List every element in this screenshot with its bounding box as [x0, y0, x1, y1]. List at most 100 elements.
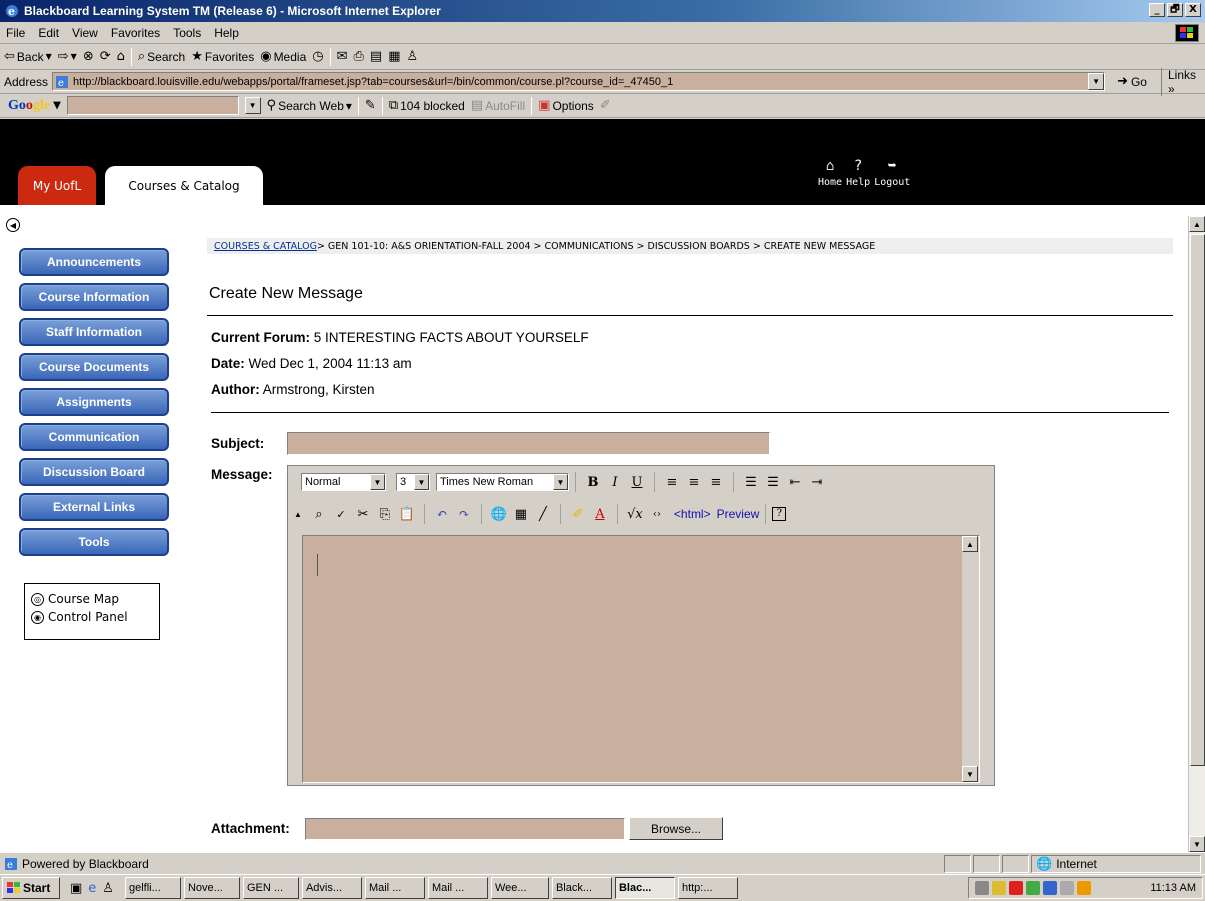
header-help-button[interactable]: ? Help [846, 157, 870, 188]
redo-icon[interactable]: ↷ [453, 507, 475, 522]
messenger-icon[interactable]: ♙ [407, 49, 419, 64]
start-button[interactable]: Start [2, 877, 60, 899]
collapse-toolbar-icon[interactable]: ▲ [294, 510, 302, 519]
nav-tools[interactable]: Tools [19, 528, 169, 556]
task-button[interactable]: Wee... [490, 877, 549, 899]
home-icon[interactable]: ⌂ [117, 49, 125, 64]
news-icon[interactable]: ✎ [365, 98, 376, 113]
network-icon[interactable] [1043, 881, 1057, 895]
address-input[interactable]: e http://blackboard.louisville.edu/webap… [52, 72, 1106, 91]
menu-view[interactable]: View [72, 26, 98, 40]
stop-icon[interactable]: ⊗ [83, 49, 94, 64]
menu-edit[interactable]: Edit [38, 26, 59, 40]
preview-button[interactable]: Preview [717, 507, 760, 521]
tab-courses-catalog[interactable]: Courses & Catalog [105, 166, 263, 205]
italic-icon[interactable]: I [604, 475, 626, 490]
edit-icon[interactable]: ▤ [370, 49, 382, 64]
antivirus-icon[interactable] [992, 881, 1006, 895]
bulleted-list-icon[interactable]: ☰ [762, 475, 784, 490]
copy-icon[interactable]: ⎘ [374, 507, 396, 522]
attachment-input[interactable] [305, 818, 625, 840]
popup-blocker-button[interactable]: ⧉ 104 blocked [389, 98, 465, 113]
close-button[interactable]: X [1185, 3, 1201, 17]
html-toggle-button[interactable]: <html> [674, 507, 711, 521]
print-icon[interactable]: ⎙ [354, 49, 364, 64]
scroll-up-icon[interactable]: ▲ [1189, 216, 1205, 232]
editor-scrollbar[interactable]: ▲ ▼ [962, 536, 979, 782]
power-icon[interactable] [1060, 881, 1074, 895]
nav-assignments[interactable]: Assignments [19, 388, 169, 416]
control-panel-link[interactable]: ◉ Control Panel [31, 610, 153, 624]
font-family-select[interactable]: Times New Roman ▼ [436, 473, 569, 491]
task-button[interactable]: GEN ... [242, 877, 299, 899]
options-button[interactable]: ▣ Options [538, 98, 594, 113]
header-home-button[interactable]: ⌂ Home [818, 157, 842, 188]
discuss-icon[interactable]: ▦ [388, 49, 400, 64]
buddy-icon[interactable] [1077, 881, 1091, 895]
code-view-icon[interactable]: ‹› [646, 509, 668, 520]
task-button[interactable]: Mail ... [427, 877, 488, 899]
menu-help[interactable]: Help [214, 26, 239, 40]
desktop-icon[interactable]: ▣ [70, 881, 82, 896]
ie-icon[interactable]: e [88, 881, 96, 896]
norton-icon[interactable] [1009, 881, 1023, 895]
address-dropdown-button[interactable]: ▼ [1088, 73, 1105, 90]
search-web-button[interactable]: ⚲ Search Web ▾ [267, 98, 352, 113]
browse-button[interactable]: Browse... [629, 817, 723, 840]
nav-course-documents[interactable]: Course Documents [19, 353, 169, 381]
outdent-icon[interactable]: ⇤ [784, 475, 806, 490]
align-left-icon[interactable]: ≡ [661, 475, 683, 490]
task-button[interactable]: Mail ... [364, 877, 425, 899]
cut-icon[interactable]: ✂ [352, 507, 374, 522]
print-preview-icon[interactable]: ⌕ [308, 507, 330, 522]
undo-icon[interactable]: ↶ [431, 507, 453, 522]
insert-table-icon[interactable]: ▦ [510, 507, 532, 522]
nav-external-links[interactable]: External Links [19, 493, 169, 521]
history-icon[interactable]: ◷ [312, 49, 323, 64]
nav-communication[interactable]: Communication [19, 423, 169, 451]
insert-line-icon[interactable]: ╱ [532, 507, 554, 522]
task-button[interactable]: Nove... [183, 877, 240, 899]
subject-input[interactable] [287, 432, 770, 455]
bold-icon[interactable]: B [582, 475, 604, 490]
underline-icon[interactable]: U [626, 475, 648, 490]
equation-icon[interactable]: √x [624, 507, 646, 522]
messenger-icon[interactable]: ♙ [102, 881, 114, 896]
google-search-dropdown[interactable]: ▼ [244, 97, 261, 114]
menu-tools[interactable]: Tools [173, 26, 201, 40]
header-logout-button[interactable]: ➥ Logout [874, 157, 910, 188]
links-button[interactable]: Links » [1160, 67, 1205, 96]
refresh-icon[interactable]: ⟳ [100, 49, 111, 64]
task-button[interactable]: Black... [551, 877, 612, 899]
scroll-up-icon[interactable]: ▲ [962, 536, 978, 552]
highlight-color-icon[interactable]: ✐ [567, 507, 589, 522]
tab-my-uofl[interactable]: My UofL [18, 166, 96, 205]
minimize-button[interactable]: _ [1149, 3, 1165, 17]
media-button[interactable]: ◉ Media [260, 49, 306, 64]
scroll-thumb[interactable] [1190, 234, 1205, 766]
numbered-list-icon[interactable]: ☰ [740, 475, 762, 490]
task-button-active[interactable]: Blac... [614, 877, 675, 899]
restore-button[interactable]: 🗗 [1167, 3, 1183, 17]
scroll-down-icon[interactable]: ▼ [1189, 836, 1205, 852]
course-map-link[interactable]: ◎ Course Map [31, 592, 153, 606]
font-color-icon[interactable]: A [589, 507, 611, 522]
scroll-down-icon[interactable]: ▼ [962, 766, 978, 782]
nav-announcements[interactable]: Announcements [19, 248, 169, 276]
nav-course-information[interactable]: Course Information [19, 283, 169, 311]
align-center-icon[interactable]: ≡ [683, 475, 705, 490]
task-button[interactable]: http:... [677, 877, 738, 899]
volume-icon[interactable] [975, 881, 989, 895]
spellcheck-icon[interactable]: ✓ [330, 508, 352, 521]
help-icon[interactable]: ? [772, 507, 787, 521]
insert-link-icon[interactable]: 🌐 [488, 507, 510, 522]
go-button[interactable]: ➜ Go [1117, 74, 1147, 89]
paragraph-style-select[interactable]: Normal ▼ [301, 473, 386, 491]
task-button[interactable]: Advis... [301, 877, 362, 899]
autofill-button[interactable]: ▤ AutoFill [471, 98, 525, 113]
forward-button[interactable]: ⇨ ▼ [58, 49, 77, 64]
back-button[interactable]: ⇦ Back ▼ [4, 49, 52, 64]
page-scrollbar[interactable]: ▲ ▼ [1188, 216, 1205, 852]
breadcrumb-courses-link[interactable]: COURSES & CATALOG [214, 241, 317, 252]
message-textarea[interactable]: ▲ ▼ [302, 535, 980, 783]
